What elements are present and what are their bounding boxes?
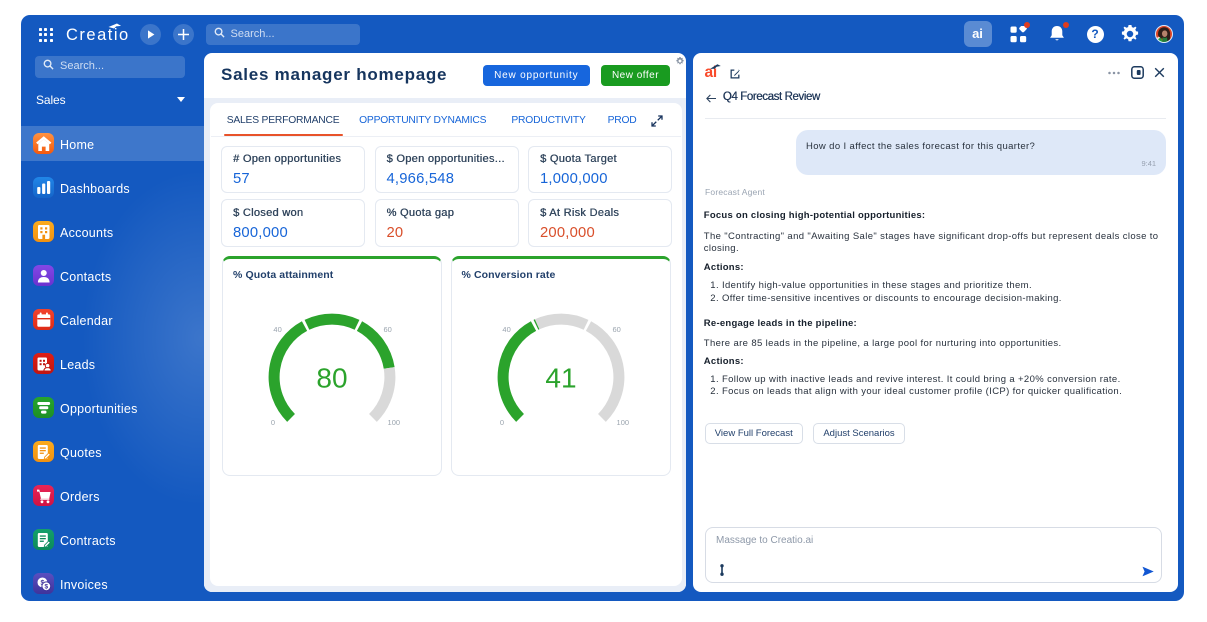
svg-text:40: 40 [502, 325, 510, 334]
svg-text:80: 80 [316, 362, 347, 393]
svg-text:60: 60 [384, 325, 392, 334]
svg-text:100: 100 [388, 418, 401, 427]
svg-text:41: 41 [545, 362, 576, 393]
svg-text:100: 100 [616, 418, 629, 427]
svg-text:0: 0 [271, 418, 275, 427]
svg-text:0: 0 [499, 418, 503, 427]
svg-text:60: 60 [612, 325, 620, 334]
svg-text:$: $ [44, 583, 48, 590]
svg-text:40: 40 [273, 325, 281, 334]
